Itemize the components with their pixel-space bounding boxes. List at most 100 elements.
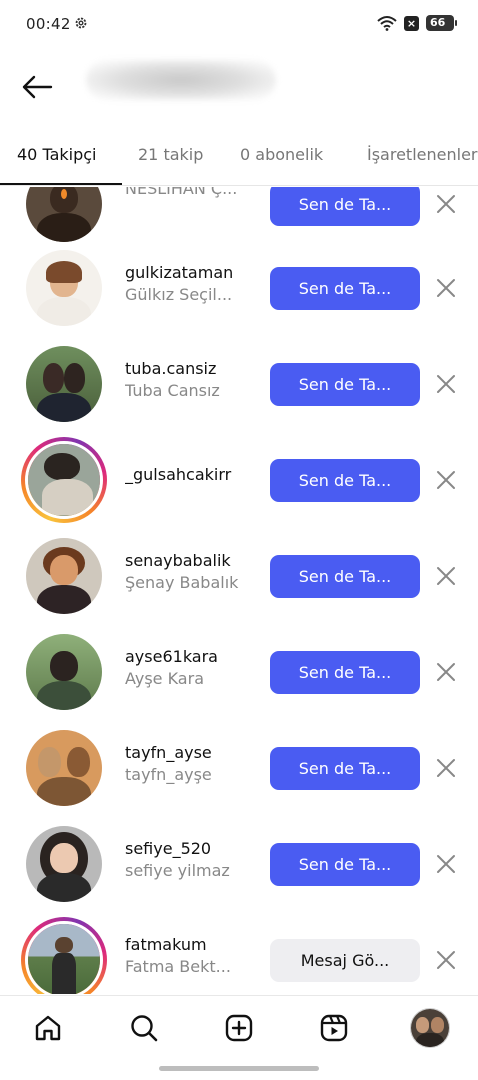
close-icon[interactable]: [434, 660, 458, 684]
follower-names: _gulsahcakirr: [125, 464, 265, 486]
tab-subscriptions[interactable]: 0 abonelik: [240, 130, 323, 185]
close-icon[interactable]: [434, 192, 458, 216]
avatar-photo: [25, 441, 103, 519]
status-bar: 00:42 × 66: [0, 0, 478, 52]
close-icon[interactable]: [434, 948, 458, 972]
avatar-photo: [26, 250, 102, 326]
list-item: gulkizataman Gülkız Seçil... Sen de Ta..…: [0, 236, 478, 332]
send-message-button[interactable]: Mesaj Gö...: [270, 939, 420, 982]
arrow-left-icon: [22, 75, 53, 99]
follow-back-button[interactable]: Sen de Ta...: [270, 843, 420, 886]
avatar[interactable]: [26, 250, 102, 326]
follower-full-name: tayfn_ayşe: [125, 765, 212, 784]
follow-back-button[interactable]: Sen de Ta...: [270, 459, 420, 502]
follower-full-name: Fatma Bekt...: [125, 957, 231, 976]
follower-list[interactable]: NESLIHAN Ç... Sen de Ta... gulkizataman …: [0, 187, 478, 994]
tab-followers[interactable]: 40 Takipçi: [17, 130, 96, 185]
follower-full-name: sefiye yilmaz: [125, 861, 230, 880]
close-icon[interactable]: [434, 852, 458, 876]
profile-avatar: [410, 1008, 450, 1048]
follower-username[interactable]: ayse61kara: [125, 646, 265, 668]
close-icon[interactable]: [434, 468, 458, 492]
wifi-icon: [377, 16, 397, 31]
close-icon[interactable]: [434, 564, 458, 588]
follow-back-button[interactable]: Sen de Ta...: [270, 363, 420, 406]
follower-names: senaybabalik Şenay Babalık: [125, 550, 265, 594]
follow-back-button[interactable]: Sen de Ta...: [270, 187, 420, 226]
follower-names: tayfn_ayse tayfn_ayşe: [125, 742, 265, 786]
avatar-story-ring[interactable]: [21, 437, 107, 523]
follow-back-button[interactable]: Sen de Ta...: [270, 651, 420, 694]
follower-names: ayse61kara Ayşe Kara: [125, 646, 265, 690]
avatar[interactable]: [26, 634, 102, 710]
bottom-nav: [0, 995, 478, 1059]
nav-profile[interactable]: [410, 1008, 450, 1048]
home-indicator: [159, 1066, 319, 1071]
avatar-photo: [26, 730, 102, 806]
avatar-photo: [26, 826, 102, 902]
follower-names: tuba.cansiz Tuba Cansız: [125, 358, 265, 402]
sim-x-icon: ×: [404, 15, 419, 31]
avatar-photo: [26, 634, 102, 710]
home-icon: [35, 1015, 61, 1041]
nav-reels[interactable]: [314, 1008, 354, 1048]
follower-username[interactable]: gulkizataman: [125, 262, 265, 284]
avatar[interactable]: [26, 187, 102, 242]
list-item: ayse61kara Ayşe Kara Sen de Ta...: [0, 620, 478, 716]
close-icon[interactable]: [434, 756, 458, 780]
status-icons: × 66: [377, 15, 457, 31]
list-item: tuba.cansiz Tuba Cansız Sen de Ta...: [0, 332, 478, 428]
follower-full-name: Tuba Cansız: [125, 381, 220, 400]
follow-tabs: 40 Takipçi 21 takip 0 abonelik İşaretlen…: [0, 130, 478, 186]
header: [0, 52, 478, 126]
close-icon[interactable]: [434, 276, 458, 300]
avatar-photo: [26, 346, 102, 422]
reels-icon: [320, 1014, 348, 1042]
avatar[interactable]: [26, 538, 102, 614]
active-tab-indicator: [0, 183, 122, 185]
avatar[interactable]: [26, 730, 102, 806]
list-item: tayfn_ayse tayfn_ayşe Sen de Ta...: [0, 716, 478, 812]
list-item: fatmakum Fatma Bekt... Mesaj Gö...: [0, 908, 478, 994]
avatar-photo: [25, 921, 103, 994]
follower-username[interactable]: tuba.cansiz: [125, 358, 265, 380]
battery-level: 66: [430, 16, 446, 29]
avatar-story-ring[interactable]: [21, 917, 107, 994]
follower-full-name: Gülkız Seçil...: [125, 285, 233, 304]
nav-create[interactable]: [219, 1008, 259, 1048]
follower-names: sefiye_520 sefiye yilmaz: [125, 838, 265, 882]
follower-full-name: Ayşe Kara: [125, 669, 204, 688]
follower-full-name: Şenay Babalık: [125, 573, 239, 592]
follower-names: fatmakum Fatma Bekt...: [125, 934, 265, 978]
tab-following[interactable]: 21 takip: [138, 130, 203, 185]
nav-search[interactable]: [124, 1008, 164, 1048]
nav-home[interactable]: [28, 1008, 68, 1048]
battery-icon: 66: [426, 15, 457, 31]
follower-username[interactable]: fatmakum: [125, 934, 265, 956]
status-time: 00:42: [26, 15, 71, 33]
create-icon: [225, 1014, 253, 1042]
follower-full-name: NESLIHAN Ç...: [125, 187, 238, 198]
avatar[interactable]: [26, 346, 102, 422]
list-item: senaybabalik Şenay Babalık Sen de Ta...: [0, 524, 478, 620]
follower-names: NESLIHAN Ç...: [125, 187, 265, 200]
tab-flagged[interactable]: İşaretlenenler: [367, 130, 477, 185]
list-item: sefiye_520 sefiye yilmaz Sen de Ta...: [0, 812, 478, 908]
avatar-photo: [26, 538, 102, 614]
follower-username[interactable]: sefiye_520: [125, 838, 265, 860]
follow-back-button[interactable]: Sen de Ta...: [270, 555, 420, 598]
follower-username[interactable]: _gulsahcakirr: [125, 464, 265, 486]
back-button[interactable]: [18, 70, 56, 104]
close-icon[interactable]: [434, 372, 458, 396]
search-icon: [131, 1015, 158, 1042]
follow-back-button[interactable]: Sen de Ta...: [270, 267, 420, 310]
avatar[interactable]: [26, 826, 102, 902]
follower-username[interactable]: tayfn_ayse: [125, 742, 265, 764]
gear-icon: [75, 17, 87, 29]
follower-names: gulkizataman Gülkız Seçil...: [125, 262, 265, 306]
avatar-photo: [26, 187, 102, 242]
follower-username[interactable]: senaybabalik: [125, 550, 265, 572]
list-item: _gulsahcakirr Sen de Ta...: [0, 428, 478, 524]
blurred-profile-name: [86, 60, 276, 100]
follow-back-button[interactable]: Sen de Ta...: [270, 747, 420, 790]
